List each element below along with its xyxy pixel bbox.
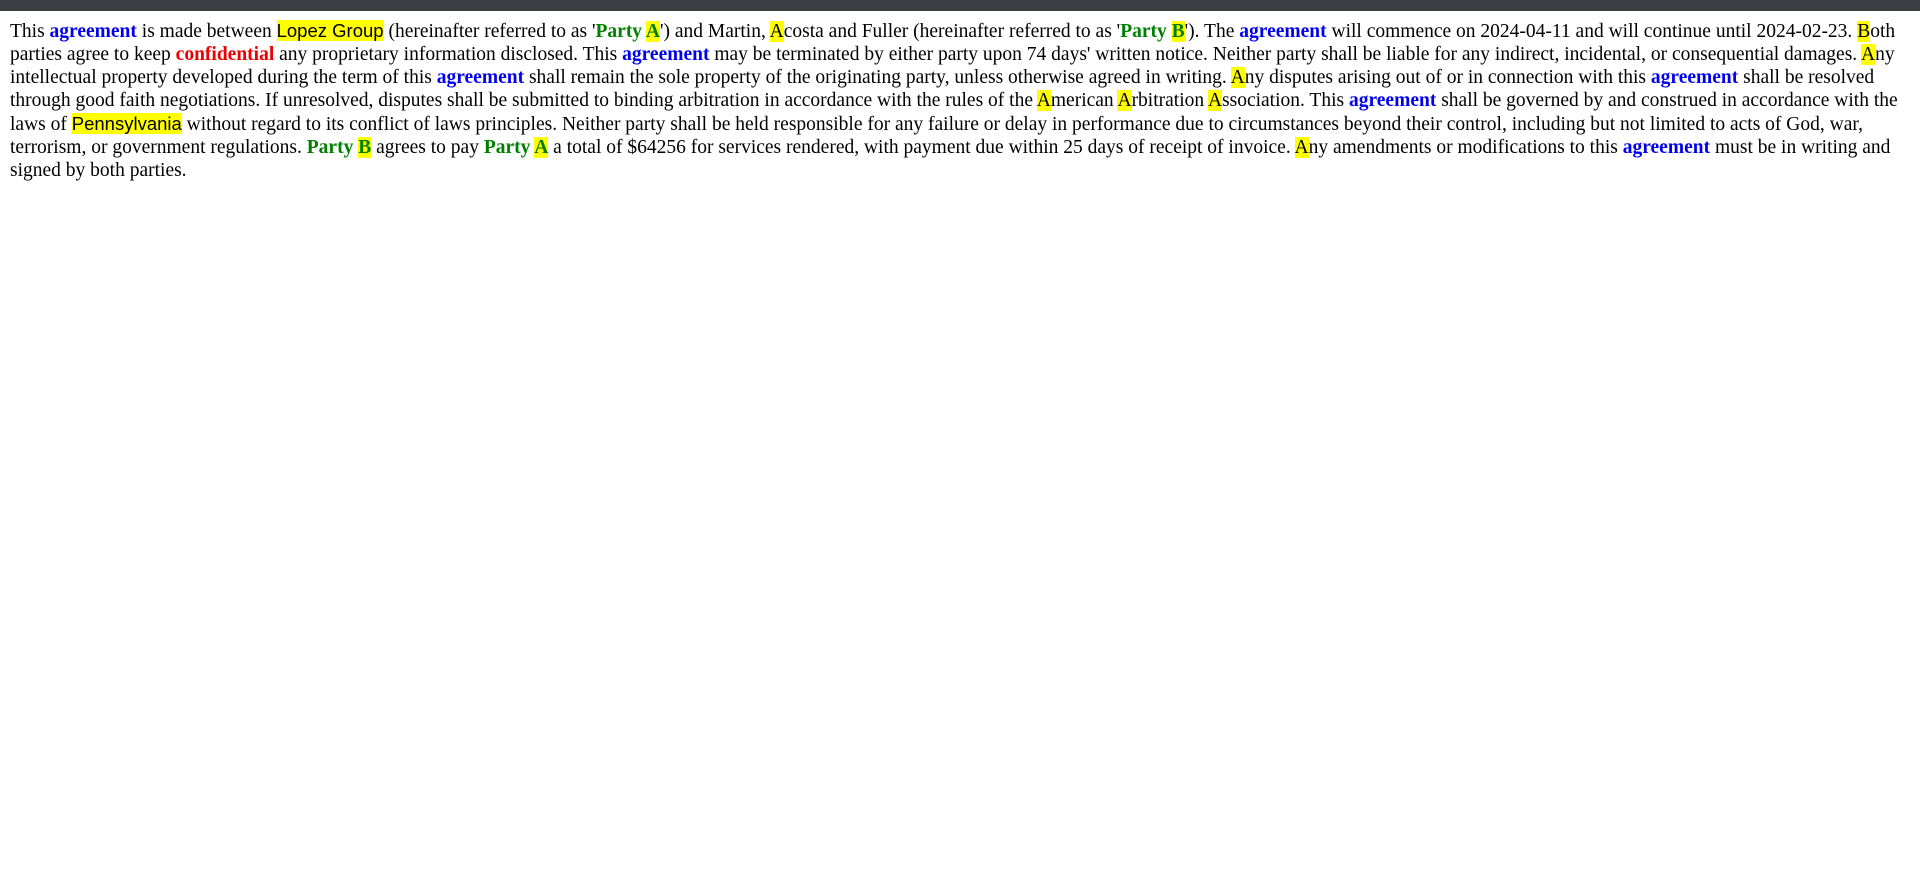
keyword-party: Party	[595, 21, 646, 42]
highlighted-text: B	[1857, 21, 1871, 42]
keyword-agreement: agreement	[1622, 137, 1711, 158]
text-segment: shall remain the sole property of the or…	[524, 67, 1231, 88]
keyword-party: Party	[306, 137, 359, 158]
keyword-agreement: agreement	[1650, 67, 1739, 88]
text-segment: rbitration	[1131, 90, 1208, 111]
text-segment: is made between	[136, 21, 277, 42]
text-segment: ssociation. This	[1222, 90, 1349, 111]
keyword-party: B	[1171, 21, 1185, 42]
text-segment: any proprietary information disclosed. T…	[274, 44, 623, 65]
keyword-party: A	[645, 21, 660, 42]
document-body: This agreement is made between Lopez Gro…	[0, 11, 1920, 182]
keyword-agreement: agreement	[49, 21, 137, 42]
highlighted-text: A	[1294, 137, 1309, 158]
text-segment: This	[10, 21, 50, 42]
keyword-agreement: agreement	[1348, 90, 1437, 111]
text-segment: '). The	[1184, 21, 1240, 42]
highlighted-text: A	[1117, 90, 1132, 111]
text-segment: costa and Fuller (hereinafter referred t…	[783, 21, 1121, 42]
keyword-agreement: agreement	[622, 44, 710, 65]
text-segment: merican	[1050, 90, 1118, 111]
keyword-agreement: agreement	[436, 67, 525, 88]
text-segment: ') and Martin,	[659, 21, 770, 42]
highlighted-text: A	[1230, 67, 1245, 88]
text-segment: ny disputes arising out of or in connect…	[1244, 67, 1651, 88]
highlighted-text: A	[769, 21, 784, 42]
keyword-party: Party	[483, 137, 535, 158]
highlighted-text: A	[1207, 90, 1223, 111]
keyword-party: Party	[1120, 21, 1172, 42]
text-segment: agrees to pay	[371, 137, 484, 158]
top-bar	[0, 0, 1920, 11]
highlighted-text: Lopez Group	[276, 20, 384, 41]
text-segment: ny amendments or modifications to this	[1308, 137, 1623, 158]
text-segment: may be terminated by either party upon 7…	[709, 44, 1861, 65]
text-segment: a total of $64256 for services rendered,…	[548, 137, 1295, 158]
keyword-party: A	[534, 137, 549, 158]
text-segment: (hereinafter referred to as '	[383, 21, 596, 42]
keyword-party: B	[358, 137, 372, 158]
keyword-confidential: confidential	[175, 44, 275, 65]
agreement-paragraph: This agreement is made between Lopez Gro…	[10, 19, 1910, 182]
highlighted-text: A	[1860, 44, 1876, 65]
keyword-agreement: agreement	[1239, 21, 1327, 42]
highlighted-text: Pennsylvania	[71, 113, 182, 134]
highlighted-text: A	[1036, 90, 1051, 111]
text-segment: will commence on 2024-04-11 and will con…	[1326, 21, 1858, 42]
